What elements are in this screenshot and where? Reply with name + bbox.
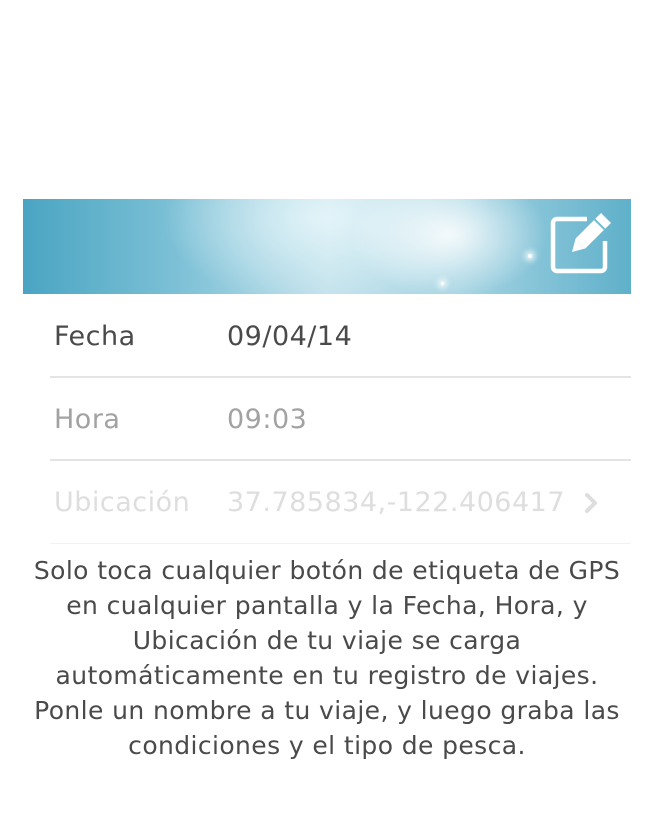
date-row: Fecha 09/04/14 (50, 295, 631, 378)
time-label: Hora (54, 404, 121, 435)
chevron-right-icon (585, 493, 597, 513)
edit-icon (550, 213, 611, 274)
location-value: 37.785834,-122.406417 (227, 487, 566, 518)
time-row: Hora 09:03 (50, 378, 631, 461)
location-row[interactable]: Ubicación 37.785834,-122.406417 (50, 461, 631, 544)
time-value: 09:03 (227, 404, 308, 435)
date-value: 09/04/14 (227, 321, 353, 352)
instructions-text: Solo toca cualquier botón de etiqueta de… (33, 556, 621, 760)
location-label: Ubicación (54, 487, 191, 518)
sparkle-decoration (528, 254, 532, 258)
header-banner (23, 199, 631, 294)
page: Fecha 09/04/14 Hora 09:03 Ubicación 37.7… (0, 0, 654, 839)
date-label: Fecha (54, 321, 136, 352)
sparkle-decoration (441, 282, 444, 285)
edit-button[interactable] (549, 213, 611, 275)
